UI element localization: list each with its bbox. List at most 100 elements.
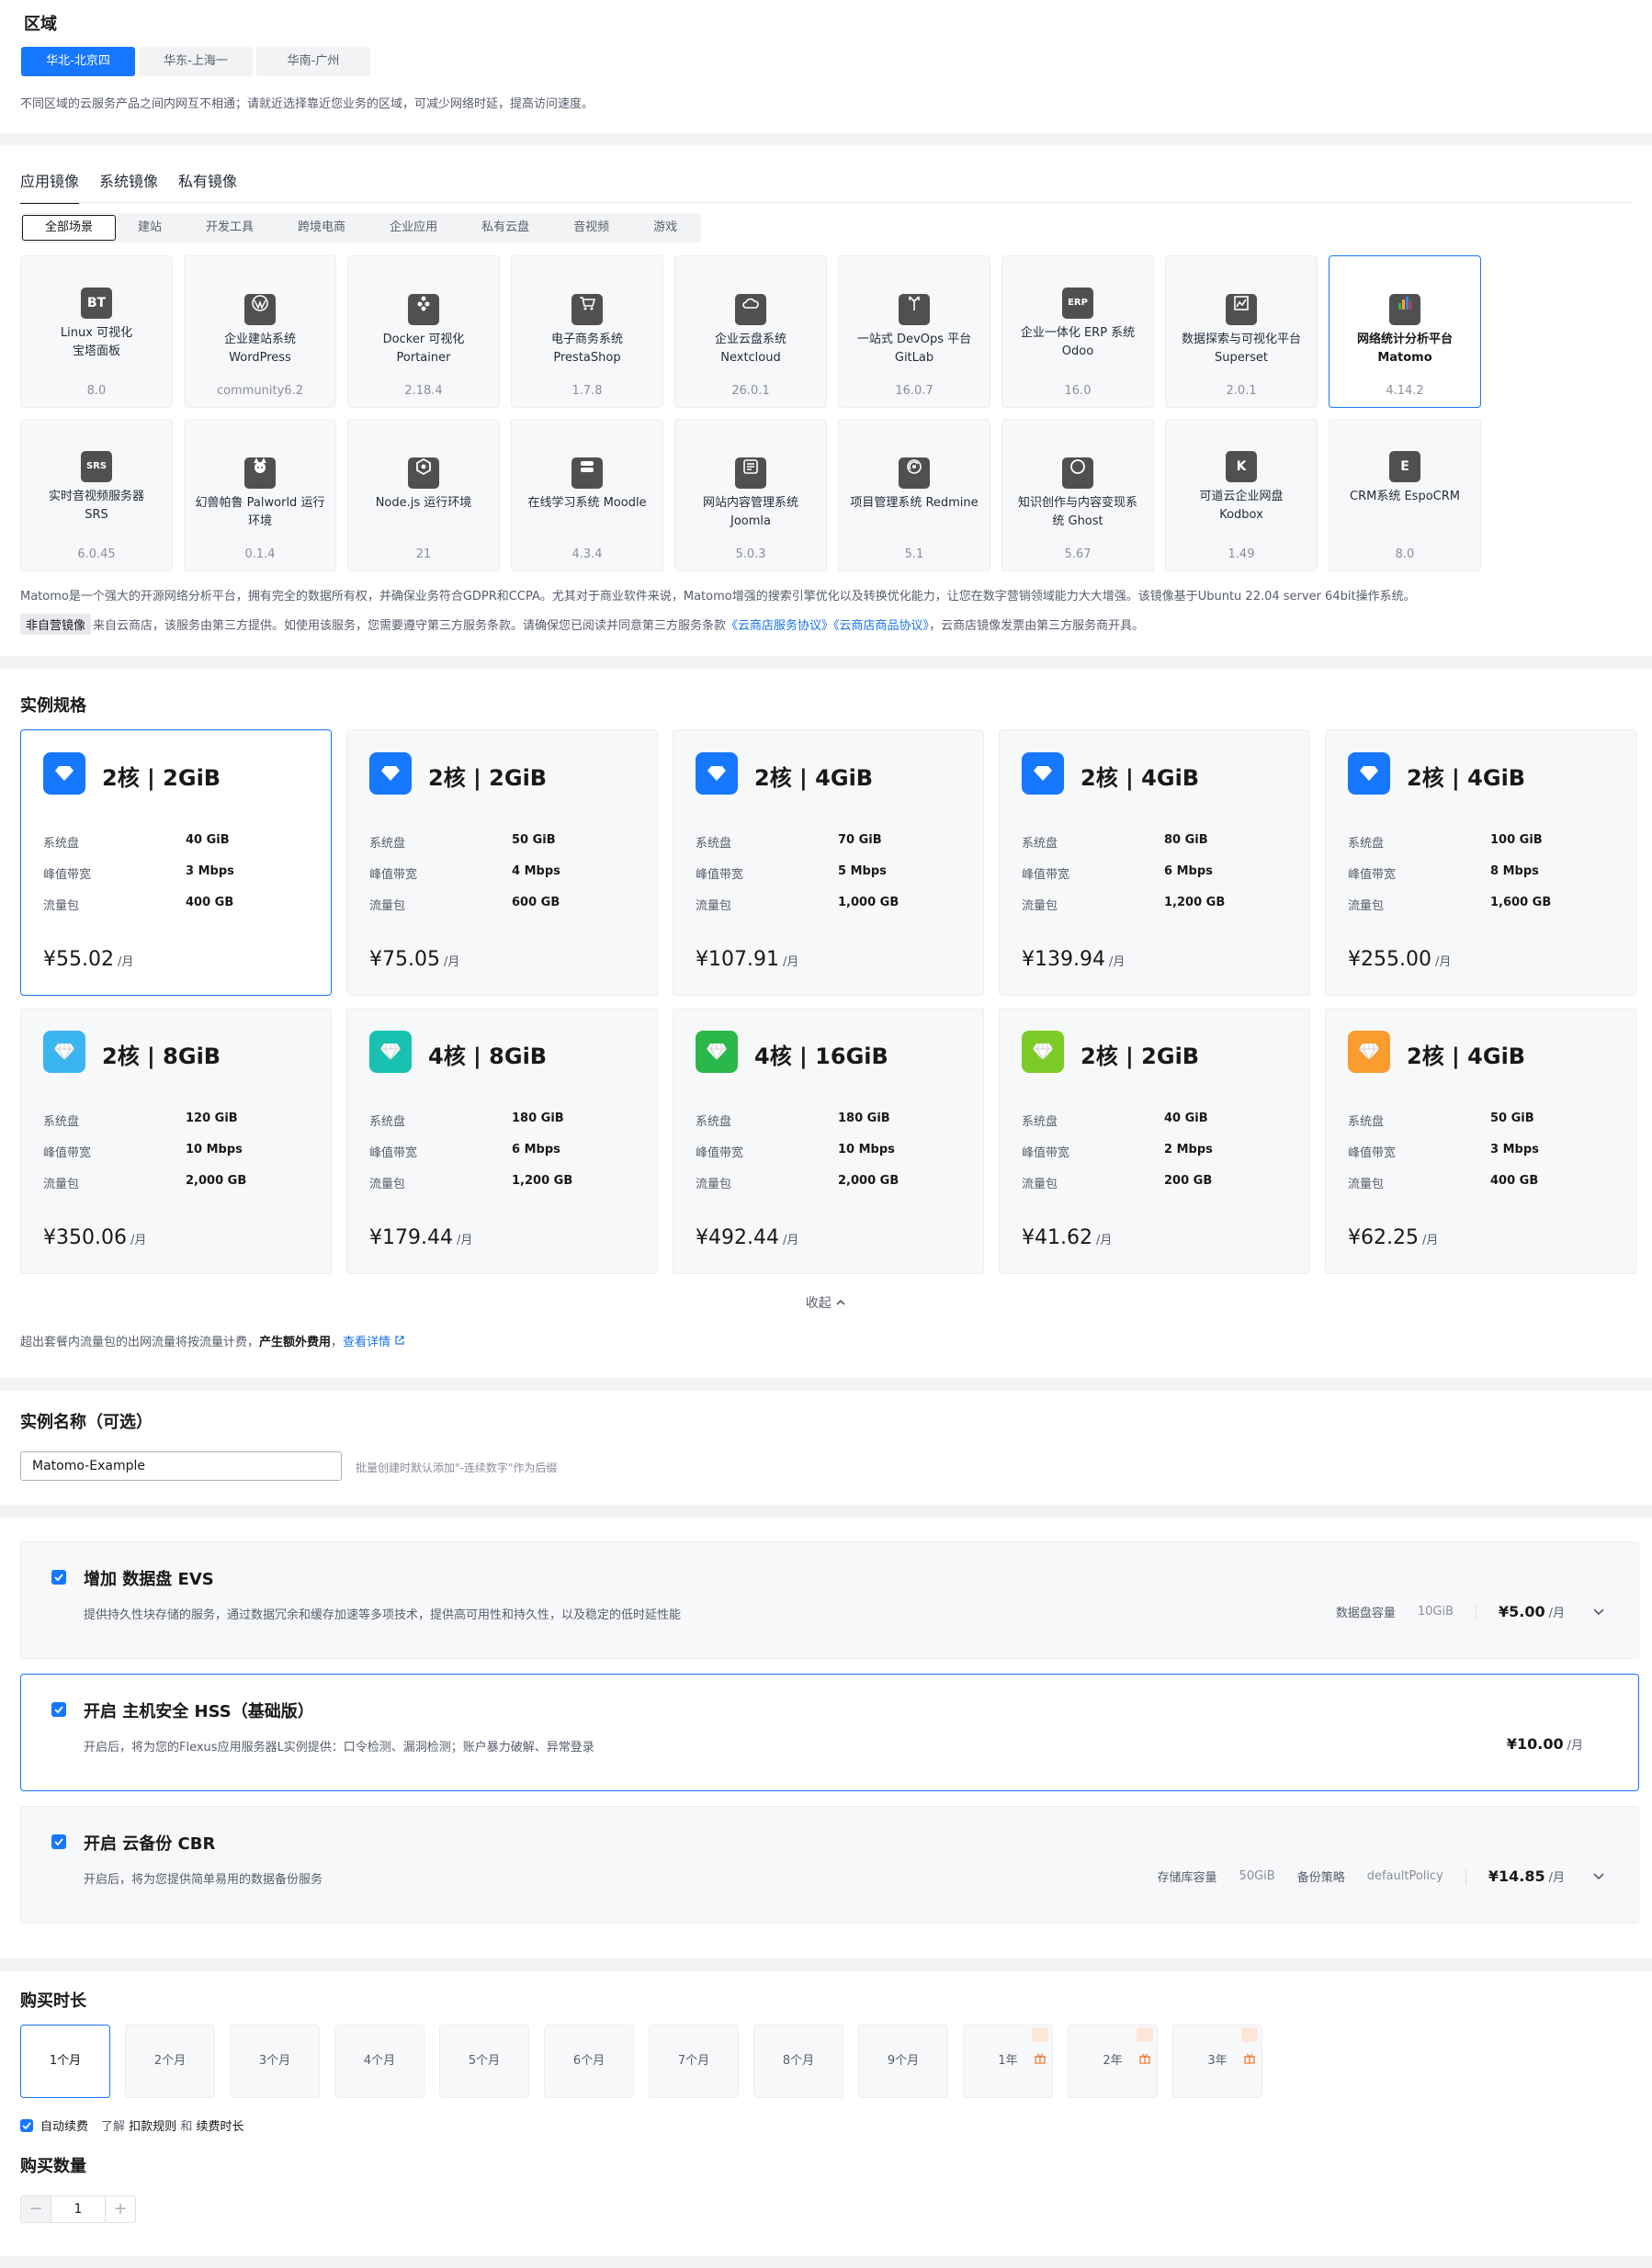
store-product-agreement-link[interactable]: 《云商店商品协议》 — [833, 619, 929, 633]
image-card[interactable]: 企业建站系统 WordPress community6.2 — [184, 255, 336, 408]
category-tab[interactable]: 私有云盘 — [459, 215, 551, 241]
category-tab[interactable]: 企业应用 — [368, 215, 459, 241]
category-tab[interactable]: 全部场景 — [22, 215, 117, 241]
duration-option[interactable]: 8个月 — [753, 2025, 843, 2098]
image-card[interactable]: BT Linux 可视化 宝塔面板 8.0 — [20, 255, 173, 408]
spec-value: 50 GiB — [1490, 1111, 1534, 1125]
spec-price-unit: /月 — [443, 955, 460, 969]
image-card[interactable]: ERP 企业一体化 ERP 系统 Odoo 16.0 — [1001, 255, 1154, 408]
duration-option[interactable]: 3年 — [1172, 2025, 1262, 2098]
category-tab[interactable]: 音视频 — [551, 215, 631, 241]
spec-card[interactable]: 2核 | 2GiB 系统盘 40 GiB 峰值带宽 2 Mbps 流量包 200 GB ¥41… — [999, 1008, 1310, 1274]
region-tab-beijing4[interactable]: 华北-北京四 — [21, 47, 135, 76]
region-tab-shanghai1[interactable]: 华东-上海一 — [139, 47, 253, 76]
collapse-toggle[interactable]: 收起 — [0, 1293, 1652, 1312]
addon-card[interactable]: 增加 数据盘 EVS 提供持久性块存储的服务，通过数据冗余和缓存加速等多项技术，提… — [20, 1541, 1639, 1659]
spec-label: 峰值带宽 — [43, 1146, 92, 1160]
nodejs-icon — [408, 457, 439, 489]
image-card[interactable]: 知识创作与内容变现系统 Ghost 5.67 — [1001, 419, 1154, 571]
addon-checkbox[interactable] — [51, 1702, 66, 1717]
duration-label: 3个月 — [258, 2054, 291, 2068]
image-card[interactable]: K 可道云企业网盘 Kodbox 1.49 — [1165, 419, 1318, 571]
duration-option[interactable]: 2个月 — [125, 2025, 215, 2098]
tab-app-image[interactable]: 应用镜像 — [20, 169, 80, 204]
spec-price-unit: /月 — [1108, 955, 1126, 969]
srs-icon: SRS — [81, 451, 112, 482]
quantity-plus-button[interactable]: + — [106, 2196, 135, 2222]
spec-price: ¥41.62/月 — [1022, 1226, 1112, 1249]
image-card[interactable]: 数据探索与可视化平台 Superset 2.0.1 — [1165, 255, 1318, 408]
spec-value: 1,000 GB — [838, 896, 900, 909]
spec-label: 峰值带宽 — [1348, 1146, 1397, 1160]
image-card[interactable]: SRS 实时音视频服务器 SRS 6.0.45 — [20, 419, 173, 571]
region-tab-guangzhou[interactable]: 华南-广州 — [256, 47, 370, 76]
spec-card[interactable]: 2核 | 8GiB 系统盘 120 GiB 峰值带宽 10 Mbps 流量包 2,000 G… — [20, 1008, 332, 1274]
deduction-rules-link[interactable]: 扣款规则 — [129, 2120, 176, 2134]
spec-row-bandwidth: 峰值带宽 8 Mbps — [1348, 864, 1539, 882]
addon-card[interactable]: 开启 主机安全 HSS（基础版） 开启后，将为您的Flexus应用服务器L实例提供… — [20, 1674, 1639, 1791]
image-name: 知识创作与内容变现系统 Ghost — [1002, 494, 1153, 531]
chevron-down-icon[interactable] — [1592, 1869, 1605, 1884]
addon-checkbox[interactable] — [51, 1570, 66, 1585]
image-version: 5.1 — [904, 547, 924, 561]
chevron-down-icon[interactable] — [1592, 1605, 1605, 1619]
auto-renew-checkbox[interactable] — [20, 2118, 33, 2132]
image-name: 企业建站系统 WordPress — [185, 331, 335, 367]
quantity-value[interactable]: 1 — [51, 2196, 106, 2222]
spec-row-traffic: 流量包 200 GB — [1022, 1174, 1212, 1191]
duration-label: 1个月 — [49, 2054, 82, 2068]
image-card[interactable]: 企业云盘系统 Nextcloud 26.0.1 — [674, 255, 827, 408]
instance-name-input[interactable] — [20, 1451, 342, 1481]
duration-option[interactable]: 3个月 — [230, 2025, 320, 2098]
image-card[interactable]: E CRM系统 EspoCRM 8.0 — [1329, 419, 1481, 571]
duration-option[interactable]: 9个月 — [858, 2025, 948, 2098]
image-card[interactable]: Docker 可视化 Portainer 2.18.4 — [347, 255, 500, 408]
spec-price: ¥139.94/月 — [1022, 948, 1125, 971]
spec-card[interactable]: 2核 | 4GiB 系统盘 50 GiB 峰值带宽 3 Mbps 流量包 400 GB ¥62… — [1325, 1008, 1636, 1274]
duration-option[interactable]: 7个月 — [649, 2025, 739, 2098]
duration-option[interactable]: 4个月 — [334, 2025, 424, 2098]
spec-value: 600 GB — [512, 896, 560, 909]
category-tab[interactable]: 跨境电商 — [276, 215, 368, 241]
image-card[interactable]: Node.js 运行环境 21 — [347, 419, 500, 571]
spec-card[interactable]: 2核 | 4GiB 系统盘 70 GiB 峰值带宽 5 Mbps 流量包 1,000 GB ¥… — [673, 729, 984, 996]
category-tab[interactable]: 开发工具 — [184, 215, 276, 241]
image-version: 8.0 — [1395, 547, 1415, 561]
spec-price-unit: /月 — [1421, 1234, 1439, 1247]
image-card[interactable]: 一站式 DevOps 平台 GitLab 16.0.7 — [838, 255, 990, 408]
duration-option[interactable]: 5个月 — [439, 2025, 529, 2098]
spec-card[interactable]: 4核 | 16GiB 系统盘 180 GiB 峰值带宽 10 Mbps 流量包 2,000 … — [673, 1008, 984, 1274]
image-card[interactable]: 幻兽帕鲁 Palworld 运行 环境 0.1.4 — [184, 419, 336, 571]
spec-card[interactable]: 2核 | 2GiB 系统盘 40 GiB 峰值带宽 3 Mbps 流量包 400 GB ¥55… — [20, 729, 332, 996]
duration-option[interactable]: 6个月 — [544, 2025, 634, 2098]
spec-row-bandwidth: 峰值带宽 6 Mbps — [1022, 864, 1213, 882]
addon-card[interactable]: 开启 云备份 CBR 开启后，将为您提供简单易用的数据备份服务 存储库容量 50GiB… — [20, 1806, 1639, 1924]
spec-card[interactable]: 2核 | 2GiB 系统盘 50 GiB 峰值带宽 4 Mbps 流量包 600 GB ¥75… — [346, 729, 658, 996]
tab-system-image[interactable]: 系统镜像 — [99, 169, 158, 204]
spec-label: 流量包 — [1348, 1178, 1385, 1191]
divider — [1476, 1603, 1477, 1620]
spec-card[interactable]: 4核 | 8GiB 系统盘 180 GiB 峰值带宽 6 Mbps 流量包 1,200 GB… — [346, 1008, 658, 1274]
image-card[interactable]: 网站内容管理系统 Joomla 5.0.3 — [674, 419, 827, 571]
image-card[interactable]: 在线学习系统 Moodle 4.3.4 — [511, 419, 663, 571]
image-card[interactable]: 网络统计分析平台 Matomo 4.14.2 — [1329, 255, 1481, 408]
category-tab[interactable]: 建站 — [116, 215, 184, 241]
spec-card[interactable]: 2核 | 4GiB 系统盘 100 GiB 峰值带宽 8 Mbps 流量包 1,600 GB… — [1325, 729, 1636, 996]
duration-option[interactable]: 2年 — [1068, 2025, 1158, 2098]
spec-card[interactable]: 2核 | 4GiB 系统盘 80 GiB 峰值带宽 6 Mbps 流量包 1,200 GB ¥… — [999, 729, 1310, 996]
image-name: Node.js 运行环境 — [348, 494, 499, 531]
image-version: 16.0 — [1064, 384, 1092, 398]
image-card[interactable]: 项目管理系统 Redmine 5.1 — [838, 419, 990, 571]
spec-row-disk: 系统盘 120 GiB — [43, 1111, 238, 1129]
duration-option[interactable]: 1个月 — [20, 2025, 110, 2098]
addon-checkbox[interactable] — [51, 1834, 66, 1849]
image-card[interactable]: 电子商务系统 PrestaShop 1.7.8 — [511, 255, 663, 408]
view-details-link[interactable]: 查看详情 — [343, 1336, 405, 1349]
store-service-agreement-link[interactable]: 《云商店服务协议》 — [726, 619, 833, 633]
renewal-duration-link[interactable]: 续费时长 — [196, 2120, 243, 2134]
tab-private-image[interactable]: 私有镜像 — [178, 169, 237, 204]
duration-option[interactable]: 1年 — [963, 2025, 1053, 2098]
category-tab[interactable]: 游戏 — [631, 215, 699, 241]
quantity-minus-button[interactable]: − — [21, 2196, 51, 2222]
spec-value: 180 GiB — [838, 1111, 890, 1125]
